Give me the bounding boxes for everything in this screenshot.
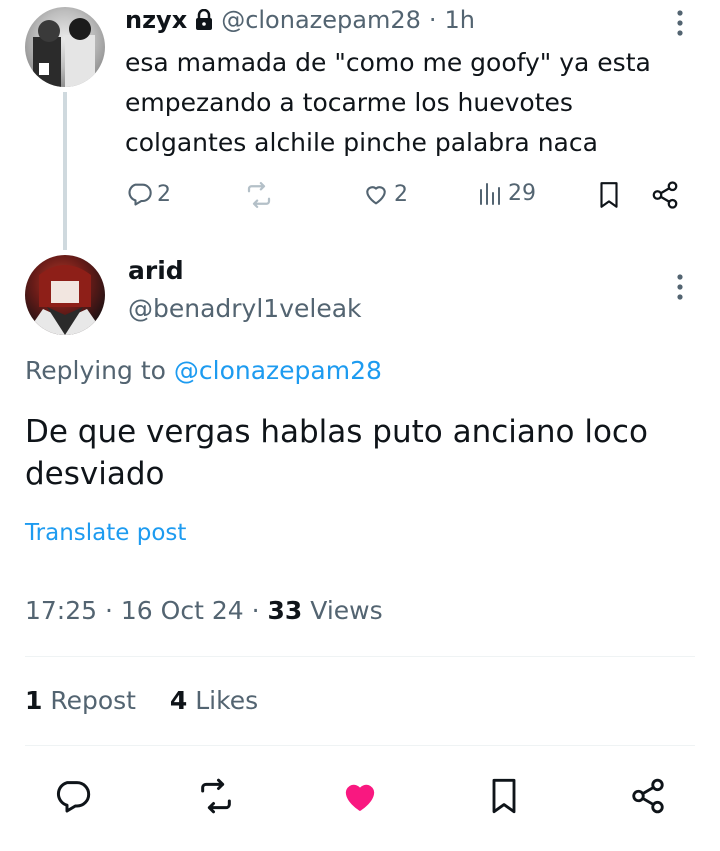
- repost-icon: [196, 776, 236, 816]
- divider-bottom: [25, 745, 695, 746]
- reposts-stat[interactable]: 1 Repost: [25, 686, 136, 715]
- parent-more-icon[interactable]: [668, 8, 692, 38]
- parent-separator: ·: [428, 6, 437, 34]
- bookmark-icon: [486, 776, 522, 816]
- replying-to-label: Replying to: [25, 356, 166, 385]
- parent-bookmark-button[interactable]: [596, 180, 622, 210]
- reposts-label: Repost: [50, 686, 136, 715]
- meta-separator-2: ·: [251, 596, 260, 625]
- parent-share-button[interactable]: [650, 180, 680, 210]
- reply-display-name[interactable]: arid: [128, 256, 184, 285]
- parent-like-button[interactable]: 2: [362, 180, 408, 208]
- share-icon: [629, 777, 667, 815]
- repost-action-button[interactable]: [196, 776, 236, 816]
- heart-filled-icon: [340, 776, 380, 816]
- parent-header: nzyx @clonazepam28 · 1h: [125, 6, 475, 34]
- parent-views-button[interactable]: 29: [478, 180, 536, 206]
- divider-top: [25, 656, 695, 657]
- reply-handle[interactable]: @benadryl1veleak: [128, 294, 362, 323]
- heart-outline-icon: [362, 180, 390, 208]
- bookmark-icon: [596, 180, 622, 210]
- replying-to-handle[interactable]: @clonazepam28: [174, 356, 382, 385]
- parent-display-name[interactable]: nzyx: [125, 6, 187, 34]
- parent-repost-button[interactable]: [244, 180, 274, 210]
- likes-count: 4: [169, 686, 188, 715]
- repost-icon: [244, 180, 274, 210]
- share-icon: [650, 180, 680, 210]
- parent-timestamp[interactable]: 1h: [445, 6, 475, 34]
- reply-tweet-text: De que vergas hablas puto anciano loco d…: [25, 414, 648, 492]
- reply-more-icon[interactable]: [668, 272, 692, 302]
- reply-icon: [52, 776, 92, 816]
- parent-reply-count: 2: [157, 181, 171, 207]
- reply-action-button[interactable]: [52, 776, 92, 816]
- thread-connector-line: [63, 92, 67, 250]
- reply-avatar[interactable]: [25, 255, 105, 335]
- likes-stat[interactable]: 4 Likes: [170, 686, 258, 715]
- parent-view-count: 29: [508, 180, 536, 206]
- engagement-stats: 1 Repost 4 Likes: [25, 686, 258, 715]
- views-count: 33: [267, 596, 303, 625]
- replying-to-line: Replying to @clonazepam28: [25, 356, 382, 385]
- parent-handle[interactable]: @clonazepam28: [221, 6, 421, 34]
- reposts-count: 1: [25, 686, 43, 715]
- post-time[interactable]: 17:25: [25, 596, 97, 625]
- translate-post-link[interactable]: Translate post: [25, 520, 186, 546]
- bookmark-action-button[interactable]: [484, 776, 524, 816]
- parent-like-count: 2: [394, 181, 408, 207]
- meta-separator-1: ·: [105, 596, 113, 625]
- like-action-button[interactable]: [340, 776, 380, 816]
- reply-icon: [125, 180, 153, 208]
- parent-tweet-text: esa mamada de "como me goofy" ya esta em…: [125, 48, 651, 157]
- likes-label: Likes: [195, 686, 259, 715]
- parent-avatar[interactable]: [25, 7, 105, 87]
- post-metadata: 17:25 · 16 Oct 24 · 33 Views: [25, 596, 383, 625]
- lock-icon: [195, 9, 213, 31]
- analytics-icon: [478, 180, 502, 206]
- post-date[interactable]: 16 Oct 24: [121, 596, 244, 625]
- views-label: Views: [310, 596, 383, 625]
- share-action-button[interactable]: [628, 776, 668, 816]
- parent-reply-button[interactable]: 2: [125, 180, 171, 208]
